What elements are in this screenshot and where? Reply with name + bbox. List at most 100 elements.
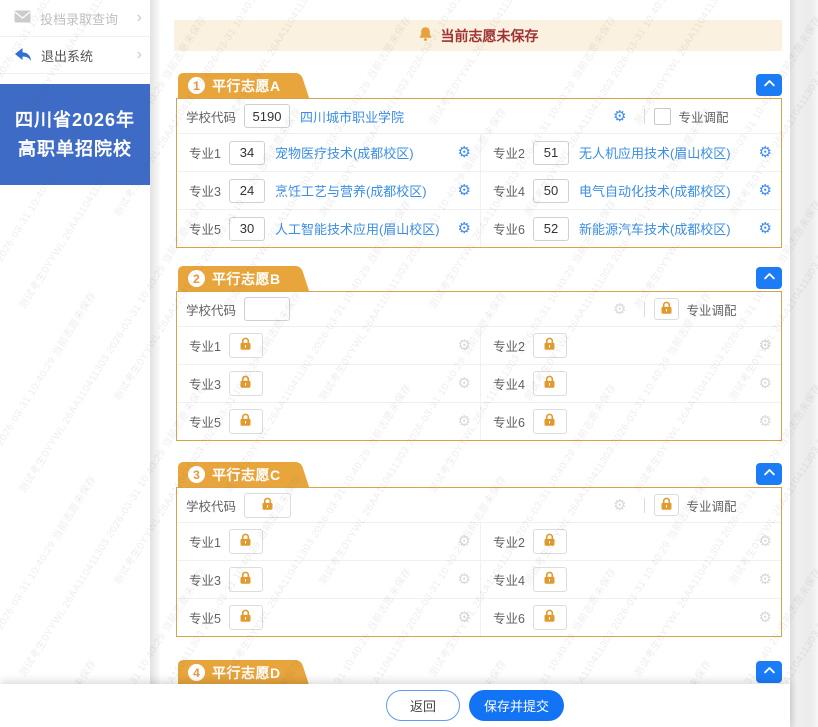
gear-icon[interactable]: ⚙ xyxy=(613,108,626,124)
volunteer-fill-page: 投档录取查询 › 退出系统 › 四川省2026年 高职单招院校 当前志愿未保存 … xyxy=(0,0,818,727)
collapse-section-A-button[interactable] xyxy=(756,74,782,96)
major-adjust-label: 专业调配 xyxy=(686,303,737,318)
chevron-up-icon xyxy=(762,465,777,483)
major-code-input-A6[interactable] xyxy=(532,216,569,241)
sections: 1平行志愿A学校代码四川城市职业学院⚙专业调配专业1宠物医疗技术(成都校区)⚙专… xyxy=(160,51,790,727)
adjust-controls: ⚙ 专业调配 xyxy=(613,292,736,326)
chevron-up-icon xyxy=(762,269,777,287)
gear-icon: ⚙ xyxy=(758,608,772,626)
envelope-icon xyxy=(14,10,31,26)
major-row: 专业1 ⚙ 专业2 ⚙ xyxy=(177,523,781,561)
school-code-input-A[interactable] xyxy=(244,104,291,128)
major-row: 专业3 烹饪工艺与营养(成都校区) ⚙ 专业4 电气自动化技术(成都校区) ⚙ xyxy=(177,172,781,210)
school-code-label: 学校代码 xyxy=(186,110,237,125)
major-label: 专业6 xyxy=(493,416,525,430)
major-name-link[interactable]: 无人机应用技术(眉山校区) xyxy=(579,143,731,162)
section-body: 学校代码 四川城市职业学院 ⚙ 专业调配专业1 宠物医疗技术(成都校区) ⚙ 专业2 无人机应… xyxy=(176,98,782,248)
major-name-link[interactable]: 烹饪工艺与营养(成都校区) xyxy=(275,181,427,200)
back-button[interactable]: 返回 xyxy=(385,690,460,721)
school-code-row: 学校代码 四川城市职业学院 ⚙ 专业调配 xyxy=(177,99,781,134)
collapse-section-C-button[interactable] xyxy=(756,463,782,485)
lock-icon xyxy=(543,375,556,392)
save-and-submit-button[interactable]: 保存并提交 xyxy=(468,690,564,721)
section-header-row: 1 平行志愿A xyxy=(176,73,782,98)
gear-icon: ⚙ xyxy=(457,570,471,588)
major-adjust-checkbox[interactable] xyxy=(654,107,672,125)
school-code-label: 学校代码 xyxy=(186,303,237,318)
major-name-link[interactable]: 电气自动化技术(成都校区) xyxy=(579,181,731,200)
major-name-link[interactable]: 人工智能技术应用(眉山校区) xyxy=(275,219,440,238)
section-tab-C: 3 平行志愿C xyxy=(178,462,297,487)
major-code-lock xyxy=(532,371,567,396)
school-code-row: 学校代码 ⚙ 专业调配 xyxy=(177,488,781,523)
school-name-link[interactable]: 四川城市职业学院 xyxy=(300,107,404,126)
major-code-lock xyxy=(532,567,567,592)
lock-icon xyxy=(543,337,556,354)
section-title: 平行志愿A xyxy=(212,77,281,94)
major-code-input-A4[interactable] xyxy=(532,178,569,203)
section-header-row: 2 平行志愿B xyxy=(176,266,782,291)
gear-icon[interactable]: ⚙ xyxy=(458,145,471,160)
gear-icon: ⚙ xyxy=(758,374,772,392)
major-name-link[interactable]: 新能源汽车技术(成都校区) xyxy=(579,219,731,238)
gear-icon[interactable]: ⚙ xyxy=(759,145,772,160)
section-number-badge: 3 xyxy=(188,466,205,483)
major-code-lock xyxy=(228,567,263,592)
major-name-link[interactable]: 宠物医疗技术(成都校区) xyxy=(275,143,414,162)
major-label: 专业1 xyxy=(189,340,221,354)
gear-icon[interactable]: ⚙ xyxy=(759,183,772,198)
major-cell: 专业5 ⚙ xyxy=(177,599,481,636)
collapse-section-D-button[interactable] xyxy=(756,661,782,683)
reply-arrow-icon xyxy=(14,47,32,64)
gear-icon: ⚙ xyxy=(758,412,772,430)
lock-icon xyxy=(543,571,556,588)
major-code-input-A1[interactable] xyxy=(228,140,265,165)
major-label: 专业1 xyxy=(189,536,221,550)
section-body: 学校代码 ⚙ 专业调配专业1 ⚙ 专业2 ⚙ 专业3 ⚙ 专业4 ⚙ 专业5 ⚙ 专业6 ⚙ xyxy=(176,291,782,441)
major-row: 专业1 ⚙ 专业2 ⚙ xyxy=(177,327,781,365)
section-header-row: 4 平行志愿D xyxy=(176,660,782,685)
gear-icon: ⚙ xyxy=(457,336,471,354)
gear-icon[interactable]: ⚙ xyxy=(759,221,772,236)
major-cell: 专业2 ⚙ xyxy=(481,523,781,560)
sidebar-banner: 四川省2026年 高职单招院校 xyxy=(0,84,150,185)
major-row: 专业5 ⚙ 专业6 ⚙ xyxy=(177,599,781,636)
lock-icon xyxy=(261,497,274,514)
section-number-badge: 2 xyxy=(188,270,205,287)
major-cell: 专业3 ⚙ xyxy=(177,365,481,402)
major-cell: 专业6 ⚙ xyxy=(481,403,781,440)
major-adjust-label: 专业调配 xyxy=(686,499,737,514)
gear-icon: ⚙ xyxy=(758,570,772,588)
chevron-right-icon: › xyxy=(136,46,142,63)
major-cell: 专业4 ⚙ xyxy=(481,561,781,598)
school-code-input-B[interactable] xyxy=(244,297,291,321)
gear-icon[interactable]: ⚙ xyxy=(458,221,471,236)
major-label: 专业1 xyxy=(189,147,221,161)
major-code-lock xyxy=(532,409,567,434)
sidebar-divider xyxy=(150,0,160,727)
major-code-input-A3[interactable] xyxy=(228,178,265,203)
sidebar-item-admission-query: 投档录取查询 › xyxy=(0,0,150,37)
section-title: 平行志愿B xyxy=(212,270,281,287)
chevron-right-icon: › xyxy=(136,9,142,26)
collapse-section-B-button[interactable] xyxy=(756,267,782,289)
scroll-gutter xyxy=(790,0,818,727)
gear-icon: ⚙ xyxy=(457,374,471,392)
section-tab-B: 2 平行志愿B xyxy=(178,266,297,291)
major-cell: 专业1 ⚙ xyxy=(177,523,481,560)
major-cell: 专业3 ⚙ xyxy=(177,561,481,598)
major-code-input-A2[interactable] xyxy=(532,140,569,165)
sidebar-item-label: 退出系统 xyxy=(41,48,94,64)
major-code-input-A5[interactable] xyxy=(228,216,265,241)
section-header-row: 3 平行志愿C xyxy=(176,462,782,487)
gear-icon[interactable]: ⚙ xyxy=(458,183,471,198)
sidebar-item-exit-system[interactable]: 退出系统 › xyxy=(0,37,150,74)
major-cell: 专业2 ⚙ xyxy=(481,327,781,364)
footer-bar: 返回 保存并提交 xyxy=(0,684,790,727)
major-code-lock xyxy=(228,409,263,434)
major-row: 专业5 ⚙ 专业6 ⚙ xyxy=(177,403,781,440)
lock-icon xyxy=(239,571,252,588)
sidebar-item-label: 投档录取查询 xyxy=(40,11,119,27)
lock-icon xyxy=(660,497,673,514)
adjust-controls: ⚙ 专业调配 xyxy=(613,488,736,522)
